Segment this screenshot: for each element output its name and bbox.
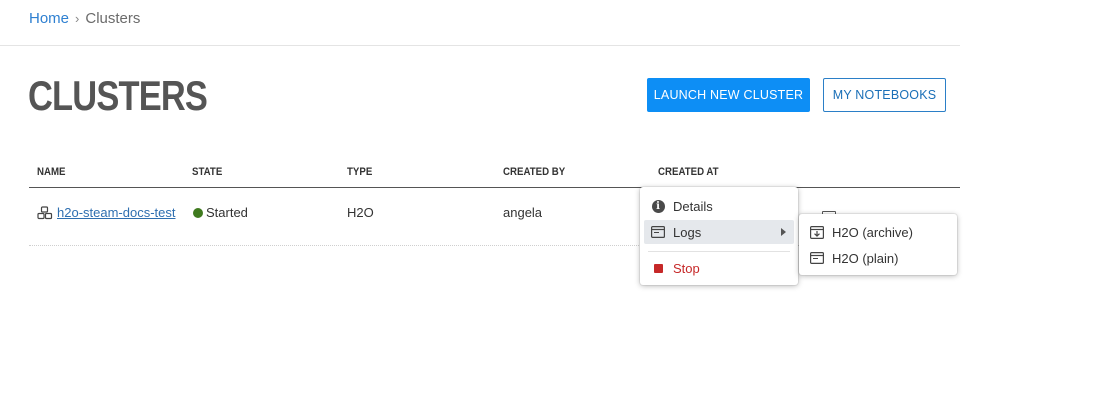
menu-item-details[interactable]: i Details xyxy=(644,194,794,218)
menu-item-label: Logs xyxy=(673,224,702,240)
cluster-icon xyxy=(37,206,53,220)
cluster-state: Started xyxy=(193,205,248,220)
breadcrumb-home-link[interactable]: Home xyxy=(29,10,69,27)
submenu-item-h2o-archive[interactable]: H2O (archive) xyxy=(803,220,953,244)
submenu-item-h2o-plain[interactable]: H2O (plain) xyxy=(803,246,953,270)
cluster-state-label: Started xyxy=(206,205,248,220)
menu-divider xyxy=(648,251,790,252)
submenu-item-label: H2O (archive) xyxy=(832,224,913,240)
menu-item-label: Stop xyxy=(673,260,700,276)
column-header-created-at[interactable]: CREATED AT xyxy=(658,166,719,178)
log-window-icon xyxy=(651,226,665,238)
column-header-name[interactable]: NAME xyxy=(37,166,66,178)
breadcrumb-current: Clusters xyxy=(85,10,141,27)
menu-item-stop[interactable]: Stop xyxy=(644,256,794,280)
menu-item-label: Details xyxy=(673,198,713,214)
column-header-type[interactable]: TYPE xyxy=(347,166,372,178)
breadcrumb: Home › Clusters xyxy=(29,10,140,27)
table-header-divider xyxy=(29,187,960,188)
column-header-created-by[interactable]: CREATED BY xyxy=(503,166,565,178)
submenu-caret-icon xyxy=(781,228,786,236)
my-notebooks-button[interactable]: MY NOTEBOOKS xyxy=(823,78,946,112)
stop-icon xyxy=(651,263,665,273)
logs-submenu: H2O (archive) H2O (plain) xyxy=(799,214,957,275)
breadcrumb-separator: › xyxy=(75,11,80,26)
menu-item-logs[interactable]: Logs xyxy=(644,220,794,244)
cluster-created-by: angela xyxy=(503,205,543,220)
archive-download-icon xyxy=(810,225,824,239)
cluster-actions-menu: i Details Logs Stop xyxy=(640,187,798,285)
cluster-name-link[interactable]: h2o-steam-docs-test xyxy=(57,205,176,220)
header-divider xyxy=(0,45,960,46)
log-window-icon xyxy=(810,252,824,264)
column-header-state[interactable]: STATE xyxy=(192,166,222,178)
launch-new-cluster-button[interactable]: LAUNCH NEW CLUSTER xyxy=(647,78,810,112)
page-title: CLUSTERS xyxy=(28,72,208,119)
info-circle-icon: i xyxy=(651,199,665,213)
submenu-item-label: H2O (plain) xyxy=(832,250,899,266)
status-dot-icon xyxy=(193,208,203,218)
cluster-type: H2O xyxy=(347,205,374,220)
